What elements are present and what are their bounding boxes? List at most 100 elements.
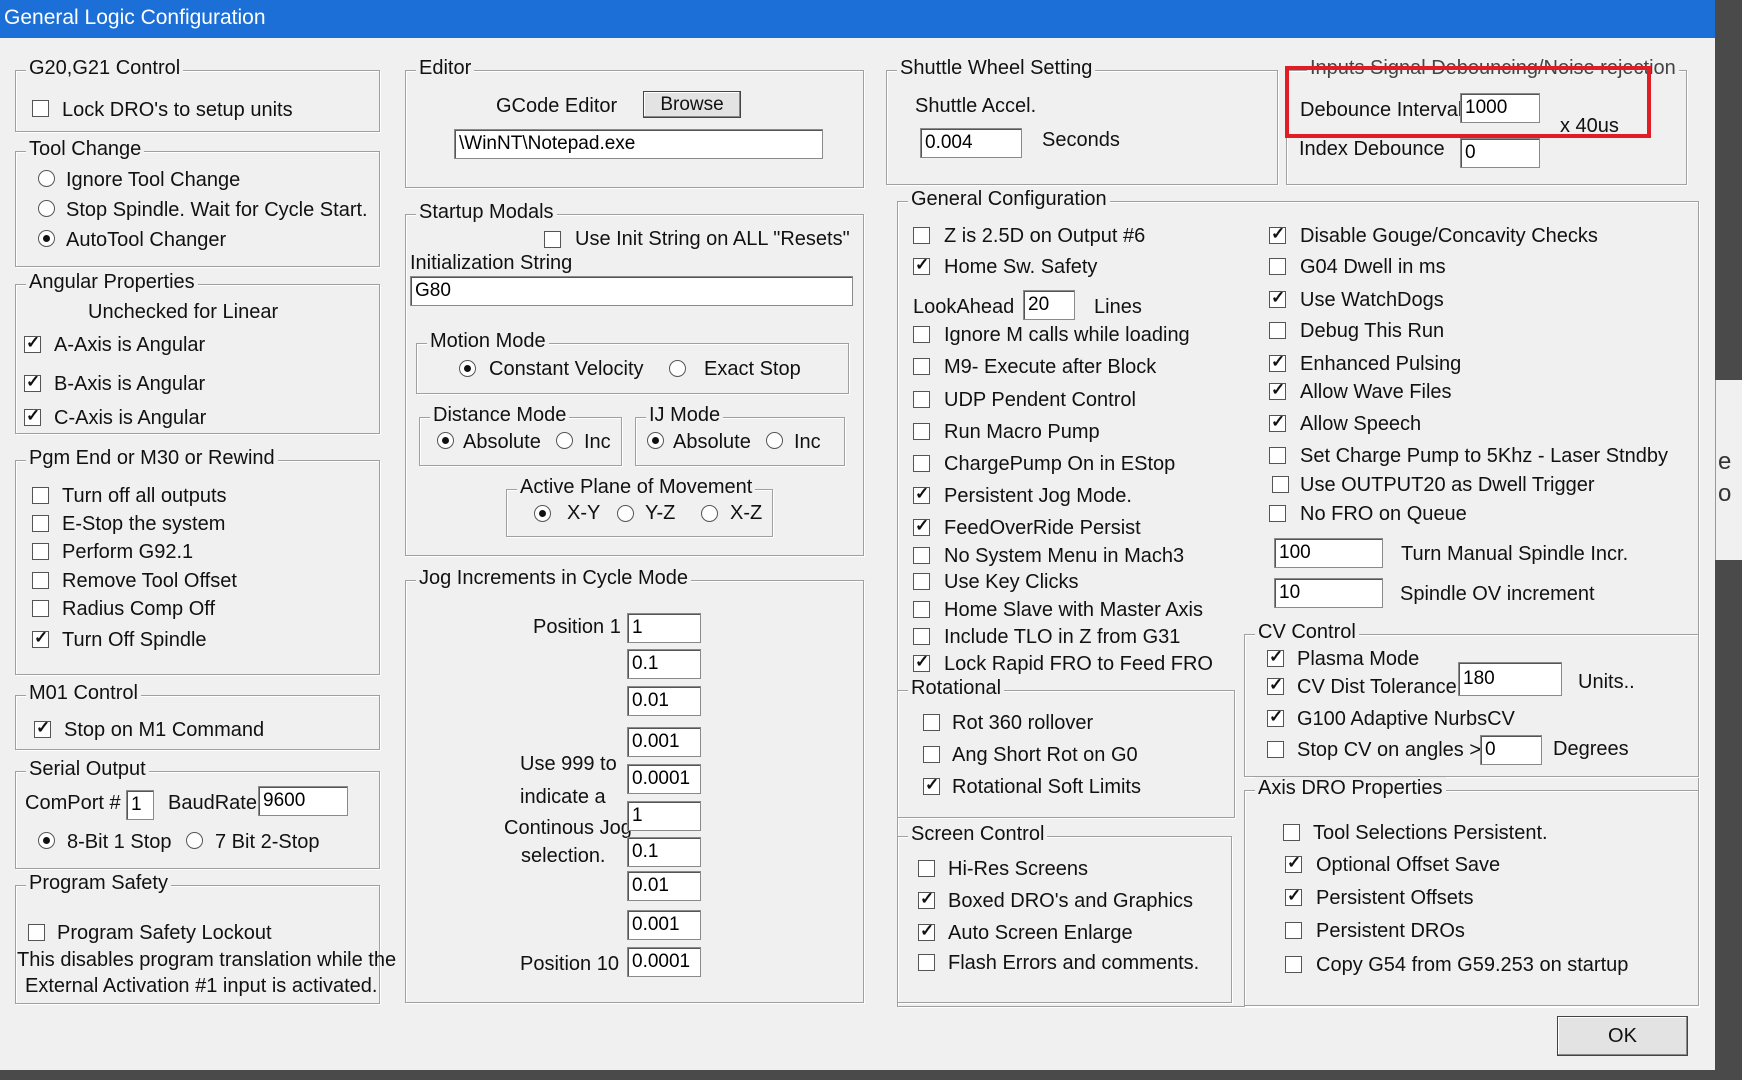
optional-offset-save-checkbox[interactable]	[1285, 853, 1302, 873]
7bit-2stop-radio[interactable]	[186, 832, 203, 849]
include-tlo-checkbox[interactable]	[913, 628, 930, 645]
turn-off-outputs-checkbox[interactable]	[32, 487, 49, 504]
stop-cv-angles-checkbox[interactable]	[1267, 741, 1284, 758]
feedoverride-persist-checkbox[interactable]	[913, 516, 930, 536]
estop-system-checkbox[interactable]	[32, 515, 49, 532]
cv-dist-tolerance-checkbox[interactable]	[1267, 675, 1284, 695]
distance-absolute-radio[interactable]	[437, 432, 454, 449]
use-watchdogs-checkbox[interactable]	[1269, 288, 1286, 308]
rotational-soft-limits-checkbox[interactable]	[923, 775, 940, 795]
jog-increment-7[interactable]	[627, 837, 701, 867]
browse-button[interactable]: Browse	[643, 91, 741, 118]
no-fro-queue-checkbox[interactable]	[1269, 505, 1286, 522]
editor-group: Editor GCode Editor Browse	[405, 57, 864, 188]
persistent-jog-checkbox[interactable]	[913, 484, 930, 504]
persistent-offsets-checkbox[interactable]	[1285, 886, 1302, 906]
debug-this-run-checkbox[interactable]	[1269, 322, 1286, 339]
jog-increment-5[interactable]	[627, 764, 701, 794]
baudrate-input[interactable]	[258, 786, 348, 816]
perform-g92-checkbox[interactable]	[32, 543, 49, 560]
spindle-incr-input[interactable]	[1274, 538, 1383, 568]
stop-spindle-radio[interactable]	[38, 200, 55, 217]
auto-screen-enlarge-checkbox[interactable]	[918, 921, 935, 941]
jog-increment-8[interactable]	[627, 871, 701, 901]
jog-increment-1[interactable]	[627, 613, 701, 643]
use-key-clicks-checkbox[interactable]	[913, 573, 930, 590]
allow-speech-checkbox[interactable]	[1269, 412, 1286, 432]
turn-off-outputs-label: Turn off all outputs	[62, 485, 227, 507]
plane-yz-label: Y-Z	[645, 502, 676, 524]
jog-increment-9[interactable]	[627, 910, 701, 940]
no-system-menu-checkbox[interactable]	[913, 547, 930, 564]
cv-dist-tolerance-input[interactable]	[1458, 662, 1562, 696]
ij-absolute-radio[interactable]	[647, 432, 664, 449]
lock-dro-checkbox[interactable]	[32, 100, 49, 117]
home-sw-safety-checkbox[interactable]	[913, 255, 930, 275]
remove-tool-offset-checkbox[interactable]	[32, 572, 49, 589]
copy-g54-checkbox[interactable]	[1285, 956, 1302, 973]
8bit-1stop-radio[interactable]	[38, 832, 55, 849]
run-macro-pump-checkbox[interactable]	[913, 423, 930, 440]
enhanced-pulsing-checkbox[interactable]	[1269, 352, 1286, 372]
tool-selections-persistent-checkbox[interactable]	[1283, 824, 1300, 841]
ang-short-rot-checkbox[interactable]	[923, 746, 940, 763]
turn-off-spindle-checkbox[interactable]	[32, 628, 49, 648]
stop-on-m1-checkbox[interactable]	[34, 718, 51, 738]
z-25d-output6-checkbox[interactable]	[913, 227, 930, 244]
use-init-string-all-resets-checkbox[interactable]	[544, 231, 561, 248]
disable-gouge-checkbox[interactable]	[1269, 224, 1286, 244]
home-slave-checkbox[interactable]	[913, 601, 930, 618]
plane-yz-radio[interactable]	[617, 505, 634, 522]
ignore-tool-change-radio[interactable]	[38, 170, 55, 187]
jog-increment-3[interactable]	[627, 686, 701, 716]
g100-adaptive-checkbox[interactable]	[1267, 707, 1284, 727]
boxed-dros-checkbox[interactable]	[918, 889, 935, 909]
persistent-dros-checkbox[interactable]	[1285, 922, 1302, 939]
hi-res-screens-checkbox[interactable]	[918, 860, 935, 877]
shuttle-wheel-group: Shuttle Wheel Setting Shuttle Accel. Sec…	[886, 57, 1278, 185]
program-safety-lockout-checkbox[interactable]	[28, 924, 45, 941]
lookahead-input[interactable]	[1023, 290, 1075, 320]
ij-inc-radio[interactable]	[766, 432, 783, 449]
shuttle-accel-input[interactable]	[920, 128, 1022, 158]
a-axis-angular-checkbox[interactable]	[24, 333, 41, 353]
constant-velocity-radio[interactable]	[459, 360, 476, 377]
output20-dwell-label: Use OUTPUT20 as Dwell Trigger	[1300, 474, 1595, 496]
jog-increment-2[interactable]	[627, 649, 701, 679]
distance-inc-radio[interactable]	[556, 432, 573, 449]
safety-note-line1: This disables program translation while …	[17, 949, 397, 971]
index-debounce-label: Index Debounce	[1299, 138, 1445, 160]
spindle-ov-input[interactable]	[1274, 578, 1383, 608]
output20-dwell-checkbox[interactable]	[1272, 476, 1289, 493]
gcode-editor-path-input[interactable]	[454, 129, 823, 159]
window-title: General Logic Configuration	[4, 6, 266, 29]
initialization-string-input[interactable]	[410, 276, 853, 306]
radius-comp-off-checkbox[interactable]	[32, 600, 49, 617]
rot-360-rollover-checkbox[interactable]	[923, 714, 940, 731]
jog-increment-6[interactable]	[627, 801, 701, 831]
ignore-m-calls-checkbox[interactable]	[913, 326, 930, 343]
plasma-mode-checkbox[interactable]	[1267, 647, 1284, 667]
stop-cv-angles-input[interactable]	[1480, 735, 1542, 765]
ok-button[interactable]: OK	[1557, 1016, 1688, 1056]
c-axis-angular-checkbox[interactable]	[24, 406, 41, 426]
autotool-changer-radio[interactable]	[38, 230, 55, 247]
jog-increment-4[interactable]	[627, 727, 701, 757]
exact-stop-radio[interactable]	[669, 360, 686, 377]
udp-pendent-checkbox[interactable]	[913, 391, 930, 408]
lock-rapid-fro-checkbox[interactable]	[913, 652, 930, 672]
m9-execute-checkbox[interactable]	[913, 358, 930, 375]
plane-xy-radio[interactable]	[534, 505, 551, 522]
plane-xz-radio[interactable]	[701, 505, 718, 522]
title-bar[interactable]: General Logic Configuration	[0, 0, 1715, 38]
b-axis-angular-checkbox[interactable]	[24, 372, 41, 392]
chargepump-estop-checkbox[interactable]	[913, 455, 930, 472]
allow-wave-files-checkbox[interactable]	[1269, 380, 1286, 400]
flash-errors-checkbox[interactable]	[918, 954, 935, 971]
index-debounce-input[interactable]	[1460, 138, 1540, 168]
charge-pump-5khz-checkbox[interactable]	[1269, 447, 1286, 464]
comport-input[interactable]	[126, 790, 154, 820]
jog-increment-10[interactable]	[627, 947, 701, 977]
g04-dwell-ms-checkbox[interactable]	[1269, 258, 1286, 275]
screen-control-group: Screen Control Hi-Res Screens Boxed DRO'…	[897, 823, 1232, 1003]
